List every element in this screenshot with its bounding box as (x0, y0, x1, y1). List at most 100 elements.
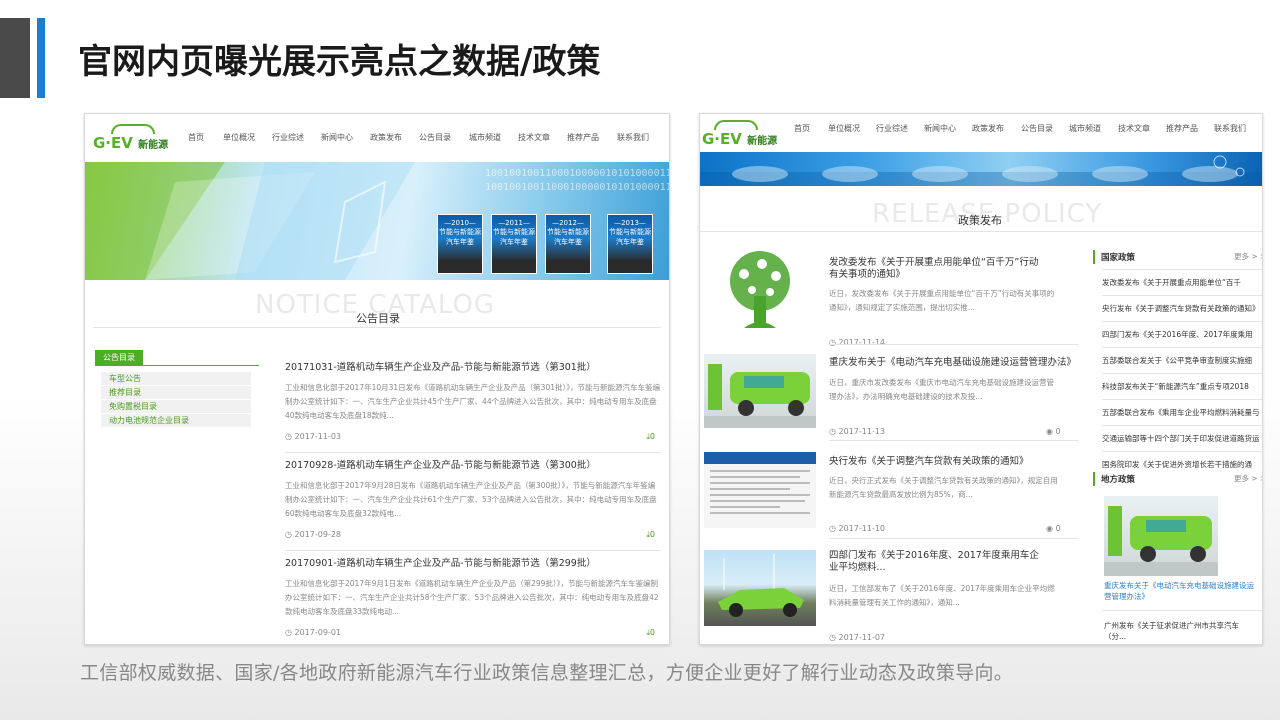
nav-products[interactable]: 推荐产品 (567, 132, 599, 143)
article-list: 20171031-道路机动车辆生产企业及产品-节能与新能源节选（第301批） 工… (285, 359, 661, 644)
view-count: ◉ 0 (1046, 427, 1061, 436)
list-item[interactable]: 交通运输部等十四个部门关于印发促进道路货运 (1102, 433, 1259, 444)
sidebar-item-battery[interactable]: 动力电池规范企业目录 (101, 414, 251, 428)
document-icon (704, 452, 816, 514)
nav-contact[interactable]: 联系我们 (1214, 123, 1246, 134)
yearbook-2010: —2010— 节能与新能源汽车年鉴 (437, 214, 483, 274)
article-date: ◷ 2017-11-14 (829, 338, 886, 347)
nav-about[interactable]: 单位概况 (223, 132, 255, 143)
nav-policy[interactable]: 政策发布 (972, 123, 1004, 134)
nav-city[interactable]: 城市频道 (1069, 123, 1101, 134)
list-item[interactable]: 四部门发布《关于2016年度、2017年度乘用 (1102, 329, 1259, 340)
sidebar: 公告目录 车型公告 推荐目录 免购置税目录 动力电池规范企业目录 (95, 350, 259, 428)
divider (700, 231, 1262, 232)
national-policy-list: 发改委发布《关于开展重点用能单位“百千 央行发布《关于调整汽车贷款有关政策的通知… (1102, 269, 1262, 470)
sidebar-item-vehicle-notice[interactable]: 车型公告 (101, 372, 251, 386)
nav-contact[interactable]: 联系我们 (617, 132, 649, 143)
article-summary: 近日，重庆市发改委发布《重庆市电动汽车充电基础设施建设运营管理办法》，办法明确充… (829, 378, 1054, 401)
divider (1102, 610, 1262, 611)
article-title[interactable]: 四部门发布《关于2016年度、2017年度乘用车企业平均燃料... (829, 550, 1041, 574)
yearbook-2012: —2012— 节能与新能源汽车年鉴 (545, 214, 591, 274)
nav-news[interactable]: 新闻中心 (321, 132, 353, 143)
sidebar-item-recommended[interactable]: 推荐目录 (101, 386, 251, 400)
article-date: ◷ 2017-11-10 (829, 524, 886, 533)
article-title[interactable]: 20170901-道路机动车辆生产企业及产品-节能与新能源节选（第299批） (285, 555, 661, 569)
section-title: 公告目录 (356, 312, 400, 325)
list-item[interactable]: 五部委联合发布《乘用车企业平均燃料消耗量与 (1102, 407, 1259, 418)
article-thumbnail-race-car[interactable] (704, 550, 816, 626)
list-item: 20171031-道路机动车辆生产企业及产品-节能与新能源节选（第301批） 工… (285, 359, 661, 453)
article-title[interactable]: 央行发布《关于调整汽车贷款有关政策的通知》 (829, 453, 1029, 467)
local-thumbnail-ev-charging[interactable] (1104, 496, 1218, 576)
article-date: ◷ 2017-11-13 (829, 427, 886, 436)
local-more-link[interactable]: 更多 > > (1234, 473, 1262, 484)
nav-news[interactable]: 新闻中心 (924, 123, 956, 134)
nav-industry[interactable]: 行业综述 (876, 123, 908, 134)
divider (829, 538, 1079, 539)
download-count[interactable]: ⤓0 (646, 432, 655, 442)
policy-banner (700, 152, 1262, 186)
list-item: 20170928-道路机动车辆生产企业及产品-节能与新能源节选（第300批） 工… (285, 457, 661, 551)
nav-tech[interactable]: 技术文章 (518, 132, 550, 143)
screenshot-release-policy: G·EV 新能源 首页 单位概况 行业综述 新闻中心 政策发布 公告目录 城市频… (699, 113, 1263, 645)
yearbook-2013: —2013— 节能与新能源汽车年鉴 (607, 214, 653, 274)
view-count: ◉ 0 (1046, 524, 1061, 533)
article-title[interactable]: 20171031-道路机动车辆生产企业及产品-节能与新能源节选（第301批） (285, 359, 661, 373)
article-summary: 近日，发改委发布《关于开展重点用能单位“百千万”行动有关事项的通知》，通知规定了… (829, 289, 1055, 312)
nav-policy[interactable]: 政策发布 (370, 132, 402, 143)
green-suv-icon (1104, 506, 1218, 576)
nav-notice[interactable]: 公告目录 (419, 132, 451, 143)
nav-city[interactable]: 城市频道 (469, 132, 501, 143)
article-thumbnail-ev-charging[interactable] (704, 354, 816, 428)
nav-notice[interactable]: 公告目录 (1021, 123, 1053, 134)
article-summary: 近日，工信部发布了《关于2016年度、2017年度乘用车企业平均燃料消耗量管理有… (829, 584, 1055, 607)
slide-title: 官网内页曝光展示亮点之数据/政策 (78, 42, 601, 82)
section-title: 政策发布 (958, 214, 1002, 227)
article-date: ◷ 2017-11-03 (285, 432, 342, 441)
download-count[interactable]: ⤓0 (646, 530, 655, 540)
download-count[interactable]: ⤓0 (646, 628, 655, 638)
article-summary: 工业和信息化部于2017年10月31日发布《道路机动车辆生产企业及产品（第301… (285, 383, 660, 420)
yearbook-banner: 100100100110001000001010100001110 100100… (85, 162, 669, 280)
local-policy-header: 地方政策 (1101, 475, 1136, 485)
nav-home[interactable]: 首页 (188, 132, 204, 143)
race-car-icon (718, 554, 804, 617)
site-logo[interactable]: G·EV 新能源 (702, 120, 777, 148)
list-item[interactable]: 广州发布《关于征求促进广州市共享汽车（分... (1104, 620, 1254, 642)
eco-tree-icon (730, 251, 790, 328)
list-item[interactable]: 科技部发布关于“新能源汽车”重点专项2018 (1102, 381, 1259, 392)
list-item[interactable]: 央行发布《关于调整汽车贷款有关政策的通知》 (1102, 303, 1259, 314)
nav-industry[interactable]: 行业综述 (272, 132, 304, 143)
nav-tech[interactable]: 技术文章 (1118, 123, 1150, 134)
sidebar-item-tax-exempt[interactable]: 免购置税目录 (101, 400, 251, 414)
list-item: 20170901-道路机动车辆生产企业及产品-节能与新能源节选（第299批） 工… (285, 555, 661, 644)
slide-caption: 工信部权威数据、国家/各地政府新能源汽车行业政策信息整理汇总，方便企业更好了解行… (80, 662, 1014, 684)
article-date: ◷ 2017-09-01 (285, 628, 342, 637)
local-featured-title[interactable]: 重庆发布关于《电动汽车充电基础设施建设运营管理办法》 (1104, 580, 1254, 602)
divider (829, 344, 1079, 345)
article-thumbnail-document[interactable] (704, 452, 816, 528)
banner-cars (700, 155, 1262, 186)
article-summary: 工业和信息化部于2017年9月1日发布《道路机动车辆生产企业及产品（第299批）… (285, 579, 659, 616)
article-date: ◷ 2017-09-28 (285, 530, 342, 539)
site-logo[interactable]: G·EV 新能源 (93, 124, 168, 152)
article-thumbnail-eco-tree[interactable] (704, 246, 816, 332)
list-item[interactable]: 国务院印发《关于促进外资增长若干措施的通 (1102, 459, 1259, 470)
article-summary: 工业和信息化部于2017年9月28日发布《道路机动车辆生产企业及产品（第300批… (285, 481, 657, 518)
green-suv-icon (704, 364, 816, 428)
title-accent-dark-bar (0, 18, 30, 98)
banner-binary-text: 100100100110001000001010100001110 (485, 168, 670, 179)
nav-products[interactable]: 推荐产品 (1166, 123, 1198, 134)
title-accent-blue-bar (37, 18, 45, 98)
yearbook-2011: —2011— 节能与新能源汽车年鉴 (491, 214, 537, 274)
article-title[interactable]: 20170928-道路机动车辆生产企业及产品-节能与新能源节选（第300批） (285, 457, 661, 471)
national-more-link[interactable]: 更多 > > (1234, 251, 1262, 262)
sidebar-header: 公告目录 (95, 350, 143, 365)
article-title[interactable]: 发改委发布《关于开展重点用能单位“百千万”行动有关事项的通知》 (829, 257, 1041, 281)
list-item[interactable]: 发改委发布《关于开展重点用能单位“百千 (1102, 277, 1259, 288)
nav-home[interactable]: 首页 (794, 123, 810, 134)
screenshot-notice-catalog: G·EV 新能源 首页 单位概况 行业综述 新闻中心 政策发布 公告目录 城市频… (84, 113, 670, 645)
list-item[interactable]: 五部委联合发关于《公平竞争审查制度实施细 (1102, 355, 1259, 366)
article-title[interactable]: 重庆发布关于《电动汽车充电基础设施建设运营管理办法》 (829, 354, 1076, 368)
nav-about[interactable]: 单位概况 (828, 123, 860, 134)
